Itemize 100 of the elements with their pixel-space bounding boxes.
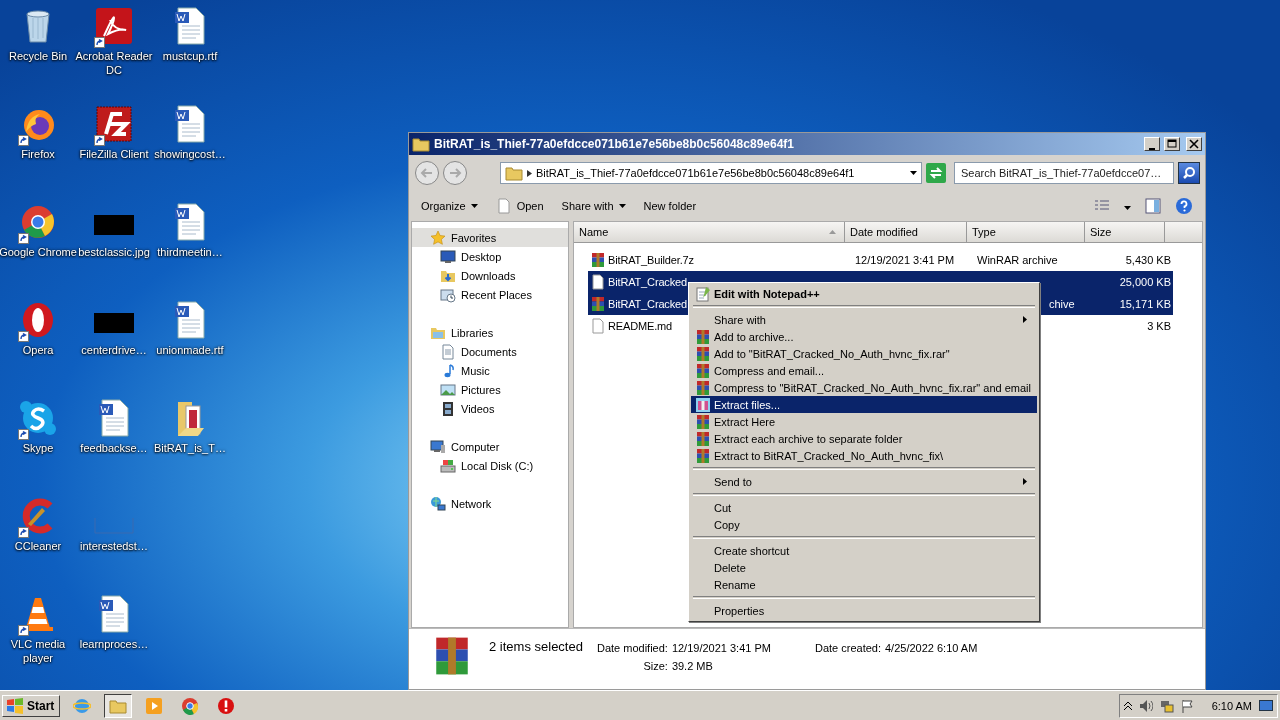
start-button[interactable]: Start: [2, 694, 61, 717]
taskbar-button[interactable]: [104, 693, 133, 718]
type-cell: WinRAR archive: [977, 254, 1058, 266]
recent-places-icon: [440, 286, 456, 303]
computer-icon: [430, 438, 446, 455]
toolbar-button[interactable]: Open: [487, 195, 552, 217]
column-header[interactable]: Name: [574, 222, 845, 243]
minimize-button[interactable]: [1144, 137, 1160, 151]
desktop-icon-label[interactable]: centerdrive…: [75, 343, 153, 357]
detail-value: 4/25/2022 6:10 AM: [885, 642, 978, 654]
nav-item[interactable]: Documents: [412, 342, 568, 361]
refresh-icon[interactable]: [926, 163, 946, 183]
nav-item[interactable]: Downloads: [412, 266, 568, 285]
nav-item[interactable]: Recent Places: [412, 285, 568, 304]
toolbar-button[interactable]: Share with: [553, 197, 634, 215]
desktop-icon-label[interactable]: learnproces…: [75, 637, 153, 651]
column-header[interactable]: Date modified: [845, 222, 967, 243]
desktop-icon-label[interactable]: Google Chrome: [0, 245, 77, 259]
archive-stack-icon: [590, 252, 606, 268]
desktop-icon-label[interactable]: Opera: [0, 343, 77, 357]
address-bar[interactable]: BitRAT_is_Thief-77a0efdcce071b61e7e56be8b0c56048c89e64f1: [500, 162, 922, 184]
detail-label: Date created:: [814, 642, 881, 654]
folder-icon: [505, 164, 523, 182]
flag-icon[interactable]: [1180, 698, 1195, 713]
e-globe-icon: [73, 696, 92, 715]
file-name: BitRAT_Cracked: [608, 276, 687, 288]
nav-item[interactable]: Libraries: [412, 323, 568, 342]
desktop-icon-label[interactable]: feedbackse…: [75, 441, 153, 455]
desktop-icon-label[interactable]: thirdmeetin…: [151, 245, 229, 259]
menu-item[interactable]: Send to: [691, 473, 1037, 490]
menu-item[interactable]: Rename: [691, 576, 1037, 593]
detail-label: Size:: [642, 660, 668, 672]
desktop-icon-label[interactable]: Acrobat Reader DC: [75, 49, 153, 77]
menu-item[interactable]: Add to archive...: [691, 328, 1037, 345]
minimize-icon: [1149, 148, 1155, 150]
file-name[interactable]: BitRAT_Builder.7z: [608, 254, 694, 266]
toolbar-button[interactable]: New folder: [635, 197, 705, 215]
menu-item[interactable]: Cut: [691, 499, 1037, 516]
clock[interactable]: 6:10 AM: [1211, 699, 1252, 712]
menu-item[interactable]: Delete: [691, 559, 1037, 576]
desktop-icon-label[interactable]: BitRAT_is_T…: [151, 441, 229, 455]
nav-item[interactable]: Music: [412, 361, 568, 380]
chevron-icon: [527, 169, 532, 177]
archive-stack-icon: [590, 296, 606, 312]
search-field[interactable]: Search BitRAT_is_Thief-77a0efdcce07…: [954, 162, 1174, 184]
desktop-icon-label[interactable]: interestedst…: [75, 539, 153, 553]
nav-item[interactable]: Favorites: [412, 228, 568, 247]
column-header[interactable]: Size: [1085, 222, 1165, 243]
help-icon[interactable]: [1175, 197, 1193, 215]
desktop-icon-label[interactable]: FileZilla Client: [75, 147, 153, 161]
show-hidden-icon[interactable]: [1123, 700, 1132, 711]
nav-item[interactable]: Computer: [412, 437, 568, 456]
menu-item[interactable]: Compress and email...: [691, 362, 1037, 379]
preview-pane-icon[interactable]: [1145, 198, 1161, 214]
menu-item[interactable]: Extract files...: [691, 396, 1037, 413]
menu-item[interactable]: Add to "BitRAT_Cracked_No_Auth_hvnc_fix.rar": [691, 345, 1037, 362]
network-icon[interactable]: [1159, 698, 1174, 713]
file-name[interactable]: README.md: [608, 320, 673, 332]
size-cell: 5,430 KB: [1125, 254, 1171, 266]
nav-item[interactable]: Desktop: [412, 247, 568, 266]
desktop-icon-label[interactable]: Skype: [0, 441, 77, 455]
film-strip-icon: [440, 400, 456, 417]
back-forward-icon[interactable]: [414, 160, 470, 186]
nav-item[interactable]: Local Disk (C:): [412, 456, 568, 475]
menu-item[interactable]: Copy: [691, 516, 1037, 533]
menu-item[interactable]: Compress to "BitRAT_Cracked_No_Auth_hvnc_fix.rar" and email: [691, 379, 1037, 396]
desktop-icon-label[interactable]: showingcost…: [151, 147, 229, 161]
archive-stack-icon: [695, 362, 711, 379]
menu-item[interactable]: Properties: [691, 602, 1037, 619]
four-color-flag-icon: [6, 697, 24, 714]
nav-item[interactable]: Pictures: [412, 380, 568, 399]
show-desktop-icon[interactable]: [1259, 699, 1273, 712]
detail-value: 12/19/2021 3:41 PM: [671, 642, 771, 654]
size-cell: 15,171 KB: [1119, 298, 1171, 310]
type-cell: chive: [1049, 298, 1075, 310]
desktop-icon-label[interactable]: VLC media player: [0, 637, 77, 665]
desktop-icon-label[interactable]: Firefox: [0, 147, 77, 161]
menu-item[interactable]: Share with: [691, 311, 1037, 328]
menu-item[interactable]: Extract to BitRAT_Cracked_No_Auth_hvnc_fix\: [691, 447, 1037, 464]
menu-item[interactable]: Edit with Notepad++: [691, 285, 1037, 302]
nav-item[interactable]: Videos: [412, 399, 568, 418]
archive-stack-icon: [695, 447, 711, 464]
close-button[interactable]: [1186, 137, 1202, 151]
caret-icon: [1124, 206, 1131, 210]
desktop-icon-label[interactable]: CCleaner: [0, 539, 77, 553]
menu-item[interactable]: Create shortcut: [691, 542, 1037, 559]
maximize-button[interactable]: [1164, 137, 1180, 151]
nav-item[interactable]: Network: [412, 494, 568, 513]
speaker-icon[interactable]: [1138, 698, 1153, 713]
notepad-icon: [695, 285, 711, 302]
hard-disk-icon: [440, 457, 456, 474]
app-tile-icon: [94, 104, 134, 144]
search-button[interactable]: [1178, 162, 1200, 184]
menu-item[interactable]: Extract each archive to separate folder: [691, 430, 1037, 447]
network-globe-icon: [430, 495, 446, 512]
toolbar-button[interactable]: Organize: [413, 197, 486, 215]
desktop-icon-label[interactable]: unionmade.rtf: [151, 343, 229, 357]
menu-item[interactable]: Extract Here: [691, 413, 1037, 430]
column-header[interactable]: Type: [967, 222, 1085, 243]
date-cell: 12/19/2021 3:41 PM: [855, 254, 955, 266]
